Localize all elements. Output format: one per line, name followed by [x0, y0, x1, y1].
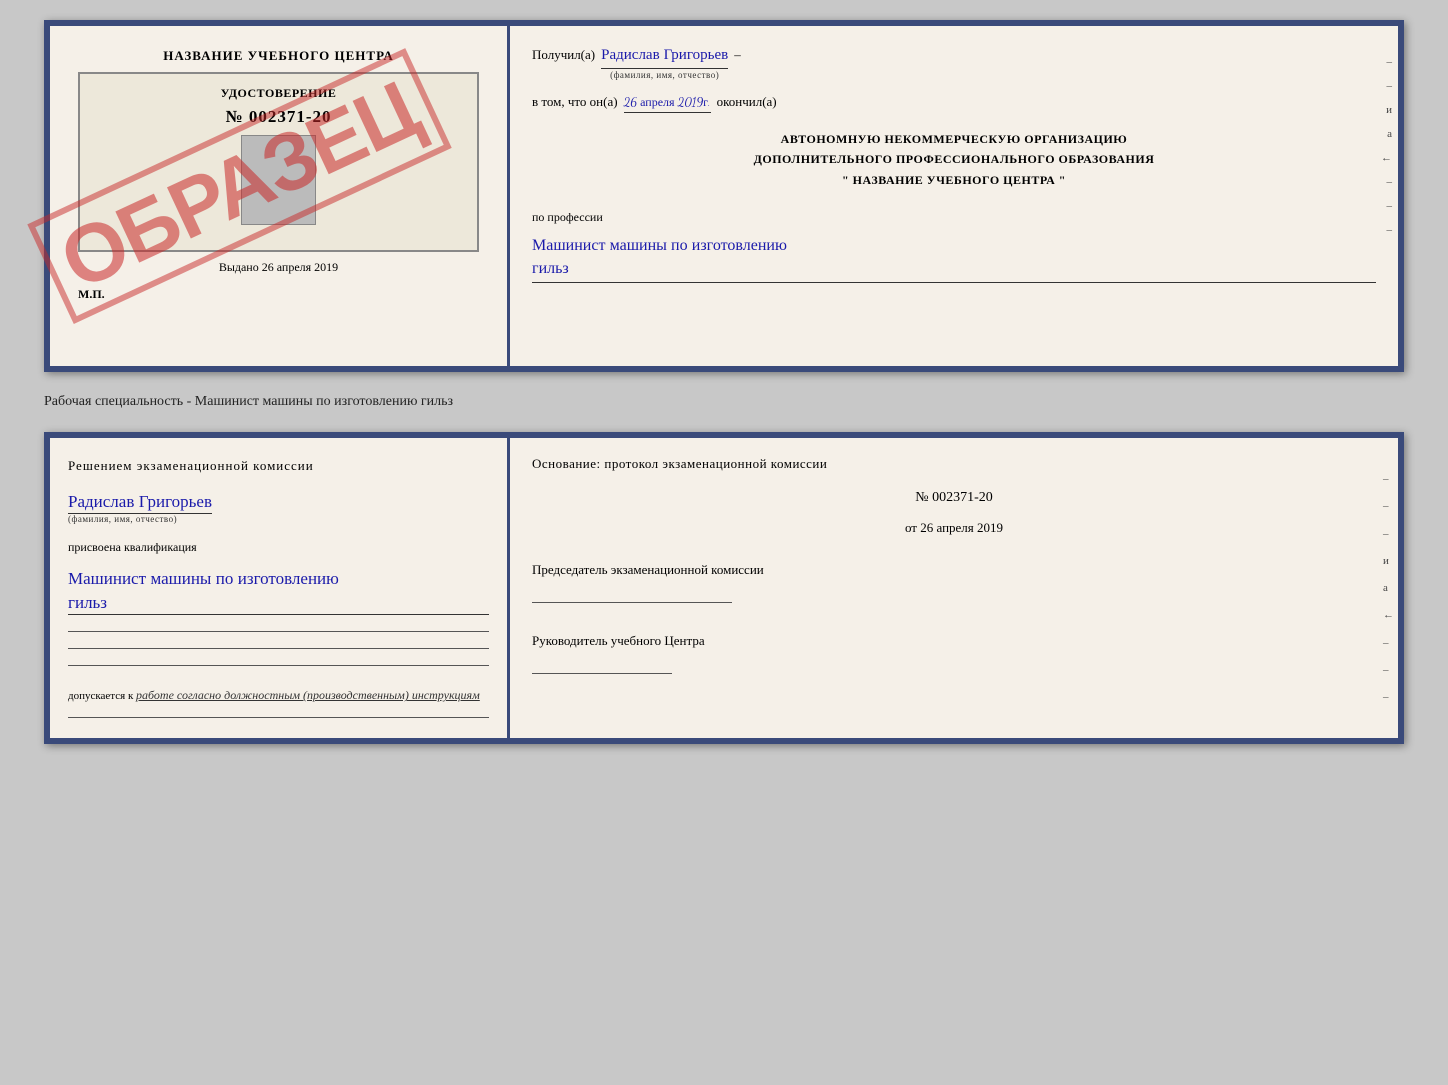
cert-number: № 002371-20	[90, 107, 467, 127]
допуск-block: допускается к работе согласно должностны…	[68, 688, 489, 703]
number-label: №	[915, 490, 928, 505]
bottom-document: Решением экзаменационной комиссии Радисл…	[44, 432, 1404, 744]
protocol-date: от 26 апреля 2019	[532, 520, 1376, 536]
profession-label: по профессии	[532, 210, 1376, 225]
issued-date: 26 апреля 2019	[262, 260, 338, 274]
finished-label: окончил(а)	[717, 92, 777, 112]
org-line3: " НАЗВАНИЕ УЧЕБНОГО ЦЕНТРА "	[532, 170, 1376, 190]
received-prefix: Получил(а)	[532, 45, 595, 65]
basis-label: Основание: протокол экзаменационной коми…	[532, 456, 1376, 472]
profession-value: Машинист машины по изготовлению	[532, 235, 1376, 257]
received-row: Получил(а) Радислав Григорьев (фамилия, …	[532, 44, 1376, 82]
cert-inner-title: УДОСТОВЕРЕНИЕ	[90, 86, 467, 101]
qual-value: Машинист машины по изготовлению	[68, 567, 489, 591]
qualification-label: присвоена квалификация	[68, 540, 489, 555]
bottom-right-marks: – – – и а ← – – –	[1383, 458, 1394, 718]
completion-date: 26 апреля 2019г.	[624, 94, 711, 113]
divider4	[68, 717, 489, 718]
date-prefix: от	[905, 520, 917, 535]
right-marks: – – и а ← – – –	[1381, 56, 1392, 236]
bottom-fio-block: Радислав Григорьев (фамилия, имя, отчест…	[68, 491, 489, 524]
qual-value2: гильз	[68, 591, 489, 616]
top-fio-sub: (фамилия, имя, отчество)	[610, 69, 719, 83]
specialty-label: Рабочая специальность - Машинист машины …	[44, 390, 1404, 414]
bottom-doc-right: Основание: протокол экзаменационной коми…	[510, 438, 1398, 738]
number-value: 002371-20	[932, 490, 993, 505]
org-line1: АВТОНОМНУЮ НЕКОММЕРЧЕСКУЮ ОРГАНИЗАЦИЮ	[532, 129, 1376, 149]
head-sig-line	[532, 673, 672, 674]
bottom-doc-left: Решением экзаменационной комиссии Радисл…	[50, 438, 510, 738]
divider3	[68, 665, 489, 666]
top-document: НАЗВАНИЕ УЧЕБНОГО ЦЕНТРА ОБРАЗЕЦ УДОСТОВ…	[44, 20, 1404, 372]
profession-value-block: Машинист машины по изготовлению гильз	[532, 235, 1376, 283]
date-value: 26 апреля 2019	[920, 520, 1003, 535]
top-fio: Радислав Григорьев	[601, 44, 728, 69]
decision-title: Решением экзаменационной комиссии	[68, 456, 489, 477]
mp-label: М.П.	[68, 287, 489, 302]
org-line2: ДОПОЛНИТЕЛЬНОГО ПРОФЕССИОНАЛЬНОГО ОБРАЗО…	[532, 149, 1376, 169]
top-left-title: НАЗВАНИЕ УЧЕБНОГО ЦЕНТРА	[68, 48, 489, 64]
profession-value2: гильз	[532, 258, 1376, 283]
bottom-fio: Радислав Григорьев	[68, 491, 212, 514]
issued-label: Выдано	[219, 260, 259, 274]
in-that-prefix: в том, что он(а)	[532, 92, 618, 112]
cert-inner-box: УДОСТОВЕРЕНИЕ № 002371-20	[78, 72, 479, 252]
divider1	[68, 631, 489, 632]
date-row: в том, что он(а) 26 апреля 2019г. окончи…	[532, 92, 1376, 113]
chairman-label: Председатель экзаменационной комиссии	[532, 562, 1376, 578]
допуск-value: работе согласно должностным (производств…	[136, 688, 480, 702]
допуск-prefix: допускается к	[68, 690, 133, 702]
bottom-fio-sub: (фамилия, имя, отчество)	[68, 514, 177, 524]
divider2	[68, 648, 489, 649]
cert-issued: Выдано 26 апреля 2019	[68, 260, 489, 275]
cert-photo	[241, 135, 316, 225]
top-doc-left: НАЗВАНИЕ УЧЕБНОГО ЦЕНТРА ОБРАЗЕЦ УДОСТОВ…	[50, 26, 510, 366]
top-doc-right: Получил(а) Радислав Григорьев (фамилия, …	[510, 26, 1398, 366]
protocol-number: № 002371-20	[532, 490, 1376, 506]
qualification-value-block: Машинист машины по изготовлению гильз	[68, 567, 489, 616]
org-block: АВТОНОМНУЮ НЕКОММЕРЧЕСКУЮ ОРГАНИЗАЦИЮ ДО…	[532, 129, 1376, 190]
chairman-sig-line	[532, 602, 732, 603]
head-label: Руководитель учебного Центра	[532, 633, 1376, 649]
